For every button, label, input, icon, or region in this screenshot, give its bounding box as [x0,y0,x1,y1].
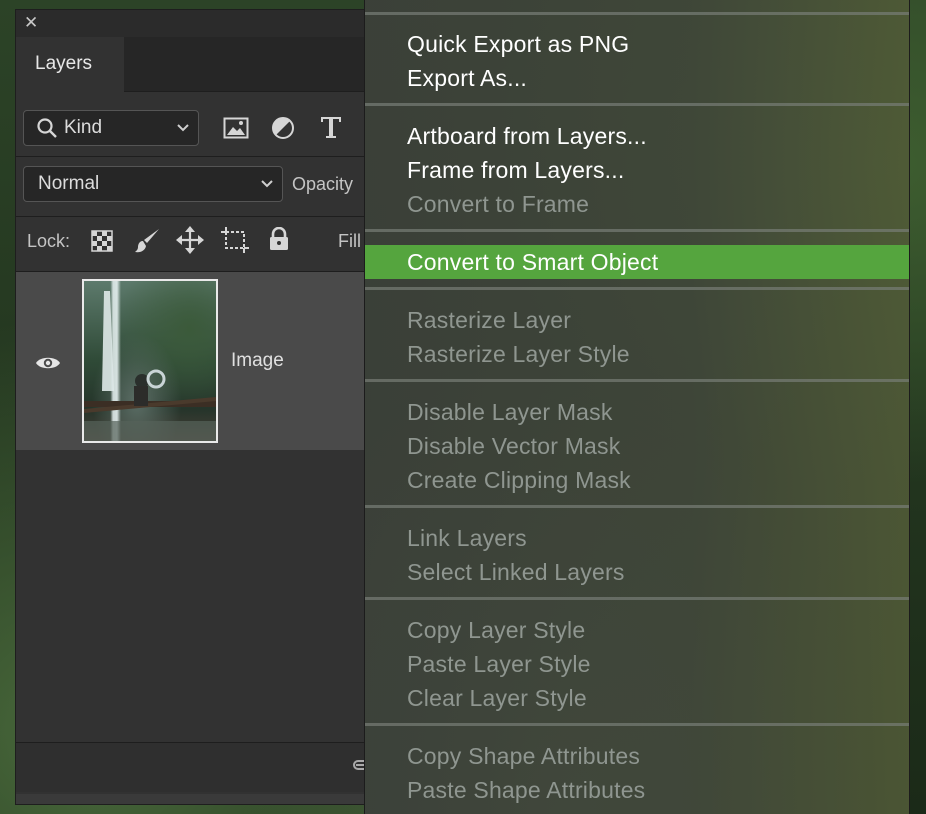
panel-bottom-edge [16,794,364,804]
menu-item-select-linked-layers: Select Linked Layers [407,559,625,585]
blend-mode-value: Normal [38,173,100,194]
brush-icon[interactable] [135,227,161,260]
menu-item-link-layers: Link Layers [407,525,527,551]
blend-mode-select[interactable]: Normal [23,166,283,202]
menu-separator [365,287,909,290]
layers-panel: ✕ Layers Kind Normal Opacity Lock: Fill … [15,9,365,805]
adjustment-filter-icon[interactable] [271,116,295,145]
panel-footer [16,742,364,792]
lock-transparent-pixels-icon[interactable] [91,230,113,257]
chevron-down-icon [176,111,190,158]
menu-item-quick-export-png[interactable]: Quick Export as PNG [365,27,909,61]
layer-thumbnail[interactable] [82,279,218,443]
layer-row[interactable]: Image [16,272,364,450]
menu-item-paste-layer-style: Paste Layer Style [407,651,591,677]
menu-item-clear-layer-style: Clear Layer Style [407,685,587,711]
chevron-down-icon [260,167,274,214]
move-icon[interactable] [176,226,204,259]
thumbnail-corner [82,279,96,293]
menu-item-convert-to-smart-object[interactable]: Convert to Smart Object [365,245,909,279]
menu-item-create-clipping-mask: Create Clipping Mask [407,467,631,493]
artboard-lock-icon[interactable] [221,227,249,258]
menu-item-paste-shape-attributes: Paste Shape Attributes [407,777,646,803]
filter-kind-select[interactable]: Kind [23,110,199,146]
filter-kind-value: Kind [64,117,103,138]
menu-item-copy-layer-style: Copy Layer Style [407,617,586,643]
divider [16,216,364,217]
layer-name[interactable]: Image [231,350,284,372]
menu-item-disable-layer-mask: Disable Layer Mask [407,399,613,425]
search-icon [36,111,58,157]
menu-separator [365,379,909,382]
link-icon[interactable] [352,757,364,780]
close-icon[interactable]: ✕ [24,13,38,33]
menu-item-disable-vector-mask: Disable Vector Mask [407,433,621,459]
opacity-label: Opacity [292,174,354,194]
image-filter-icon[interactable] [223,117,249,144]
menu-item-artboard-from-layers[interactable]: Artboard from Layers... [365,119,909,153]
tab-layers[interactable]: Layers [16,37,124,93]
menu-separator [365,723,909,726]
menu-separator [365,505,909,508]
menu-separator [365,229,909,232]
fill-label: Fill [338,231,361,251]
type-filter-icon[interactable] [319,114,343,145]
panel-tab-bar: Layers [16,37,364,93]
menu-item-copy-shape-attributes: Copy Shape Attributes [407,743,641,769]
menu-item-rasterize-layer: Rasterize Layer [407,307,572,333]
lock-icon[interactable] [268,226,290,256]
eye-icon[interactable] [35,354,61,377]
menu-item-frame-from-layers[interactable]: Frame from Layers... [365,153,909,187]
menu-separator [365,597,909,600]
menu-separator [365,12,909,15]
menu-separator [365,103,909,106]
panel-title-bar: ✕ [16,10,364,37]
divider [16,156,364,157]
menu-item-rasterize-layer-style: Rasterize Layer Style [407,341,630,367]
menu-item-export-as[interactable]: Export As... [365,61,909,95]
lock-label: Lock: [27,231,71,251]
context-menu: Quick Export as PNG Export As... Artboar… [364,0,910,814]
menu-item-convert-to-frame: Convert to Frame [407,191,590,217]
